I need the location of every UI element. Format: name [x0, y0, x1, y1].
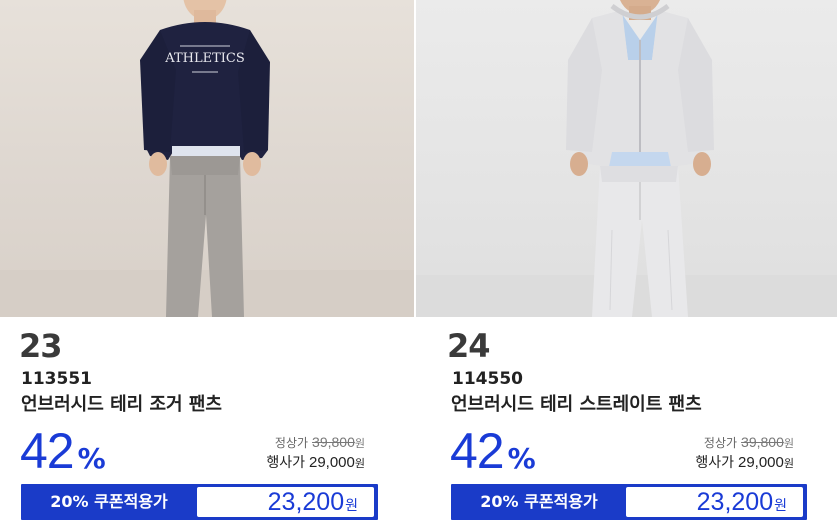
regular-price-row: 정상가 39,800원: [205, 432, 365, 452]
sweatshirt-print-text: ATHLETICS: [164, 51, 244, 66]
regular-price-label: 정상가: [274, 436, 309, 450]
event-price-value: 29,000: [737, 454, 784, 471]
event-price-unit: 원: [783, 457, 794, 470]
model-illustration: ATHLETICS: [0, 0, 414, 317]
regular-price-value: 39,800: [312, 434, 355, 450]
coupon-price-value: 23,200: [696, 488, 774, 516]
product-name[interactable]: 언브러시드 테리 스트레이트 팬츠: [451, 393, 702, 417]
event-price-label: 행사가: [695, 455, 734, 471]
coupon-label: 20% 쿠폰적용가: [480, 492, 598, 511]
discount-value: 42: [450, 423, 505, 479]
product-code: 114550: [452, 369, 523, 389]
event-price-unit: 원: [354, 457, 365, 470]
coupon-price-box: 23,200원: [197, 487, 374, 517]
event-price-value: 29,000: [308, 454, 355, 471]
rank-number: 23: [19, 327, 63, 365]
event-price-label: 행사가: [266, 455, 305, 471]
price-block: 정상가 39,800원 행사가 29,000원: [634, 432, 794, 472]
discount-unit: %: [507, 442, 536, 475]
product-image[interactable]: [416, 0, 837, 317]
discount-rate: 42%: [20, 424, 106, 490]
coupon-price-box: 23,200원: [626, 487, 803, 517]
coupon-price-unit: 원: [345, 498, 358, 514]
regular-price-row: 정상가 39,800원: [634, 432, 794, 452]
coupon-price-bar[interactable]: 20% 쿠폰적용가 23,200원: [451, 484, 807, 520]
discount-unit: %: [77, 442, 106, 475]
coupon-price-unit: 원: [774, 498, 787, 514]
coupon-label: 20% 쿠폰적용가: [50, 492, 168, 511]
regular-price-value: 39,800: [741, 434, 784, 450]
regular-price-unit: 원: [354, 437, 365, 450]
product-code: 113551: [21, 369, 92, 389]
price-block: 정상가 39,800원 행사가 29,000원: [205, 432, 365, 472]
product-image[interactable]: ATHLETICS: [0, 0, 414, 317]
regular-price-unit: 원: [783, 437, 794, 450]
rank-number: 24: [447, 327, 491, 365]
regular-price-label: 정상가: [703, 436, 738, 450]
product-name[interactable]: 언브러시드 테리 조거 팬츠: [21, 393, 222, 417]
coupon-price-value: 23,200: [267, 488, 345, 516]
discount-rate: 42%: [450, 424, 536, 490]
product-grid: ATHLETICS 23 113551 언브러시드 테리 조거 팬츠 42% 정…: [0, 0, 837, 531]
product-card[interactable]: ATHLETICS 23 113551 언브러시드 테리 조거 팬츠 42% 정…: [0, 0, 414, 531]
model-illustration: [416, 0, 837, 317]
coupon-price-bar[interactable]: 20% 쿠폰적용가 23,200원: [21, 484, 378, 520]
event-price-row: 행사가 29,000원: [634, 452, 794, 472]
discount-value: 42: [20, 423, 75, 479]
product-card[interactable]: 24 114550 언브러시드 테리 스트레이트 팬츠 42% 정상가 39,80…: [416, 0, 837, 531]
event-price-row: 행사가 29,000원: [205, 452, 365, 472]
